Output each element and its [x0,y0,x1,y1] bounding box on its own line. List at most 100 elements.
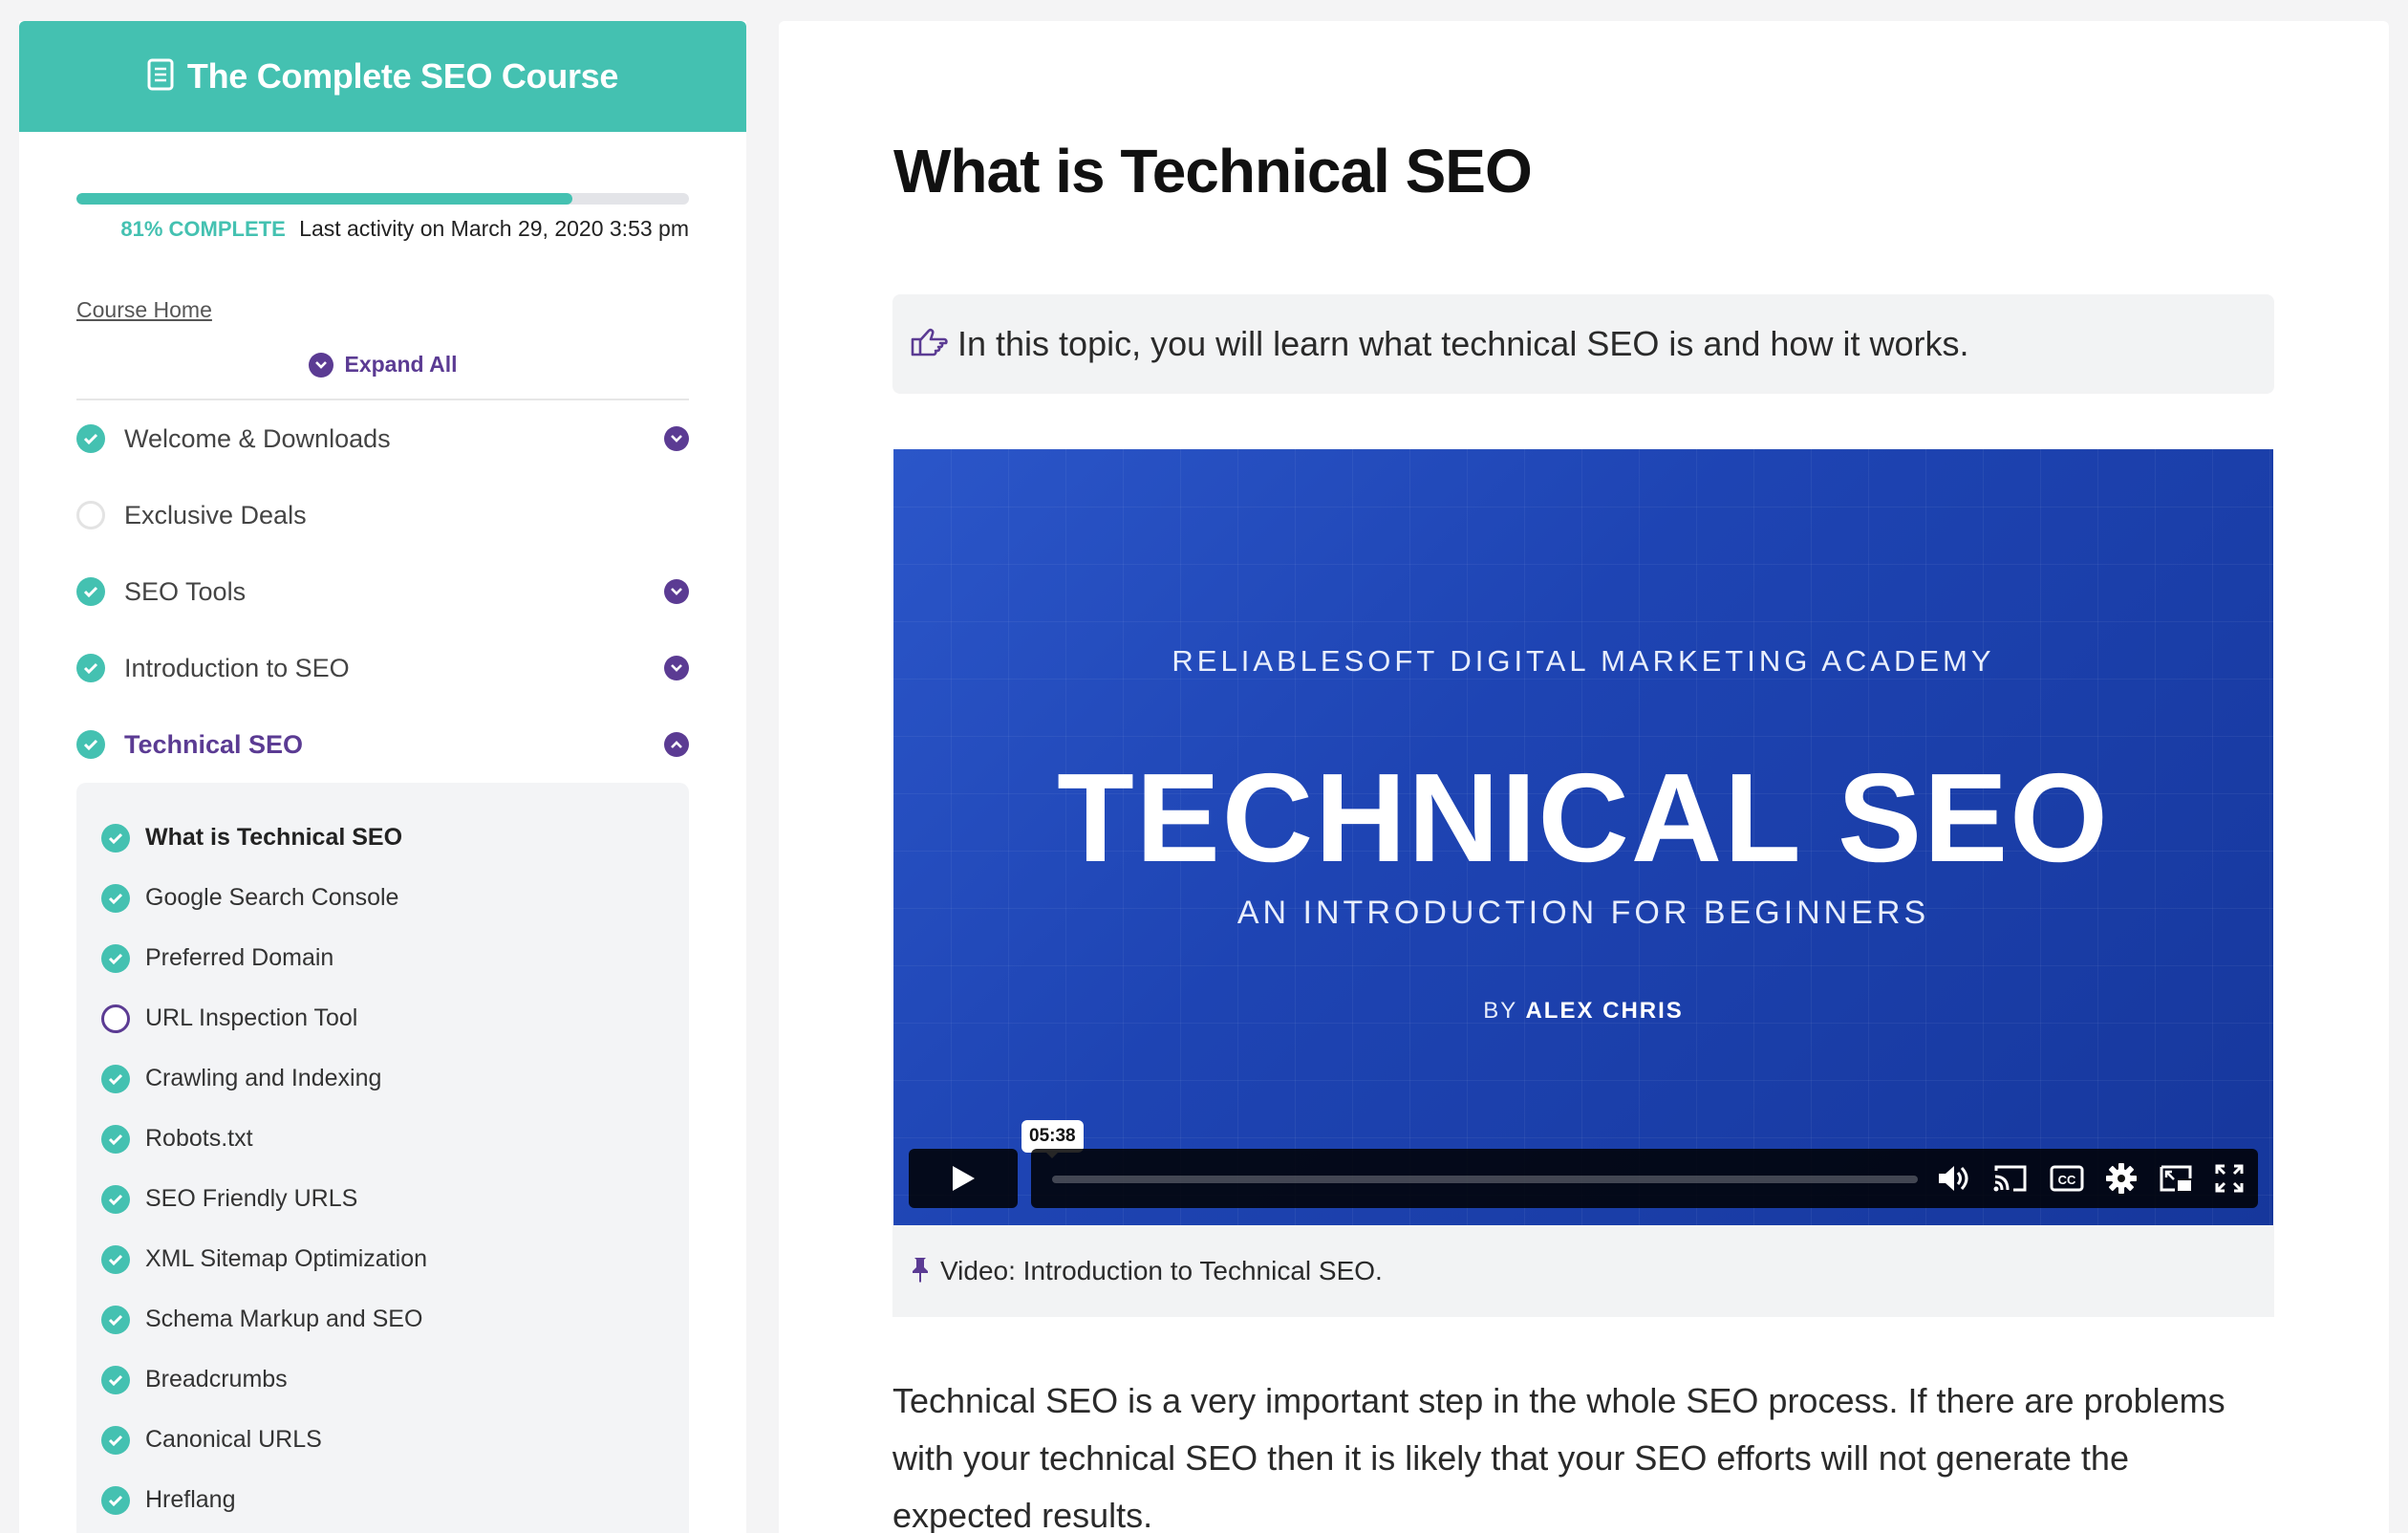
note-text: In this topic, you will learn what techn… [957,324,1969,363]
topic-list: What is Technical SEO Google Search Conso… [76,783,689,1533]
volume-icon[interactable] [1937,1163,1971,1194]
check-circle-icon [76,654,105,682]
closed-captions-icon[interactable]: CC [2050,1164,2084,1193]
lesson-label: Welcome & Downloads [124,423,391,453]
check-circle-icon [101,1305,130,1334]
topic-label: Google Search Console [145,884,399,911]
lesson-label: Introduction to SEO [124,653,350,682]
video-byline: BY ALEX CHRIS [893,998,2273,1025]
topic-item-breadcrumbs[interactable]: Breadcrumbs [101,1349,664,1410]
chevron-up-icon[interactable] [664,732,689,757]
lesson-label: Exclusive Deals [124,500,307,529]
topic-label: What is Technical SEO [145,824,403,851]
check-circle-icon [76,730,105,759]
video-duration-tooltip: 05:38 [1021,1120,1084,1153]
check-circle-icon [76,577,105,606]
caption-text: Video: Introduction to Technical SEO. [940,1256,1383,1285]
course-progress-bar [76,193,689,205]
control-icons: CC [1937,1149,2245,1208]
course-sidebar: The Complete SEO Course 81% COMPLETE Las… [19,21,746,1533]
course-home-link[interactable]: Course Home [76,297,212,323]
body-paragraph: Technical SEO is a very important step i… [892,1381,2225,1533]
lesson-item-welcome-downloads[interactable]: Welcome & Downloads [76,400,689,477]
lesson-list: Welcome & Downloads Exclusive Deals SEO … [76,400,689,783]
check-circle-icon [101,1425,130,1455]
chevron-down-icon[interactable] [664,426,689,451]
topic-item-what-is-technical-seo[interactable]: What is Technical SEO [101,808,664,868]
topic-label: Preferred Domain [145,944,334,971]
topic-item-canonical-urls[interactable]: Canonical URLS [101,1410,664,1470]
topic-label: Schema Markup and SEO [145,1306,423,1332]
lesson-label: Technical SEO [124,729,304,759]
topic-item-google-search-console[interactable]: Google Search Console [101,868,664,928]
topic-item-hreflang[interactable]: Hreflang [101,1470,664,1530]
control-bar: CC [1031,1149,2258,1208]
course-header: The Complete SEO Course [19,21,746,132]
check-circle-icon [101,1064,130,1093]
check-circle-icon [101,1365,130,1394]
topic-item-xml-sitemap-optimization[interactable]: XML Sitemap Optimization [101,1229,664,1289]
fullscreen-icon[interactable] [2214,1163,2245,1194]
topic-label: SEO Friendly URLS [145,1185,358,1212]
video-caption: Video: Introduction to Technical SEO. [892,1225,2274,1317]
topic-label: XML Sitemap Optimization [145,1245,428,1272]
topic-item-seo-friendly-urls[interactable]: SEO Friendly URLS [101,1169,664,1229]
topic-item-preferred-domain[interactable]: Preferred Domain [101,928,664,988]
video-author: ALEX CHRIS [1525,998,1684,1024]
topic-label: Hreflang [145,1486,236,1513]
check-circle-icon [101,1124,130,1154]
empty-circle-icon [76,501,105,529]
topic-label: URL Inspection Tool [145,1004,358,1031]
page-title: What is Technical SEO [893,137,1533,205]
video-subtitle: AN INTRODUCTION FOR BEGINNERS [1236,895,1930,931]
topic-label: Robots.txt [145,1125,253,1152]
topic-item-url-inspection-tool[interactable]: URL Inspection Tool [101,988,664,1048]
course-title: The Complete SEO Course [186,56,619,96]
lesson-item-introduction-to-seo[interactable]: Introduction to SEO [76,630,689,706]
progress-meta: 81% COMPLETE Last activity on March 29, … [76,216,689,242]
cast-icon[interactable] [1992,1163,2029,1194]
topic-item-crawling-and-indexing[interactable]: Crawling and Indexing [101,1048,664,1109]
chevron-down-icon [308,352,333,378]
expand-all-button[interactable]: Expand All [76,352,689,378]
video-academy-label: RELIABLESOFT DIGITAL MARKETING ACADEMY [1172,644,1995,678]
document-icon [147,58,174,96]
expand-all-label: Expand All [344,352,458,377]
topic-label: Breadcrumbs [145,1366,288,1393]
check-circle-icon [101,883,130,913]
picture-in-picture-icon[interactable] [2159,1164,2193,1193]
topic-label: Crawling and Indexing [145,1065,382,1091]
progress-percent-label: 81% COMPLETE [120,217,286,241]
lesson-item-technical-seo[interactable]: Technical SEO [76,706,689,783]
chevron-down-icon[interactable] [664,656,689,680]
topic-label: Canonical URLS [145,1426,322,1453]
check-circle-icon [101,823,130,853]
topic-item-schema-markup-and-seo[interactable]: Schema Markup and SEO [101,1289,664,1349]
svg-text:CC: CC [2058,1173,2076,1187]
check-circle-icon [101,1485,130,1515]
settings-gear-icon[interactable] [2105,1162,2138,1195]
lesson-label: SEO Tools [124,576,247,606]
lesson-item-seo-tools[interactable]: SEO Tools [76,553,689,630]
pushpin-icon [910,1255,931,1288]
check-circle-icon [101,1184,130,1214]
lesson-item-exclusive-deals[interactable]: Exclusive Deals [76,477,689,553]
check-circle-icon [101,943,130,973]
check-circle-icon [76,424,105,453]
video-by-prefix: BY [1483,998,1517,1024]
play-button[interactable] [909,1149,1018,1208]
hand-pointing-icon [910,326,948,363]
lesson-content: What is Technical SEO In this topic, you… [779,21,2389,1533]
seek-bar[interactable] [1052,1176,1918,1183]
in-progress-circle-icon [101,1004,130,1033]
last-activity: Last activity on March 29, 2020 3:53 pm [299,216,689,241]
topic-intro-note: In this topic, you will learn what techn… [892,294,2274,394]
check-circle-icon [101,1244,130,1274]
chevron-down-icon[interactable] [664,579,689,604]
video-player[interactable]: RELIABLESOFT DIGITAL MARKETING ACADEMY T… [893,449,2273,1225]
play-icon [953,1166,975,1191]
video-title: TECHNICAL SEO [1057,747,2110,888]
video-controls: 05:38 CC [909,1120,2258,1208]
topic-item-robots-txt[interactable]: Robots.txt [101,1109,664,1169]
progress-fill [76,193,573,205]
